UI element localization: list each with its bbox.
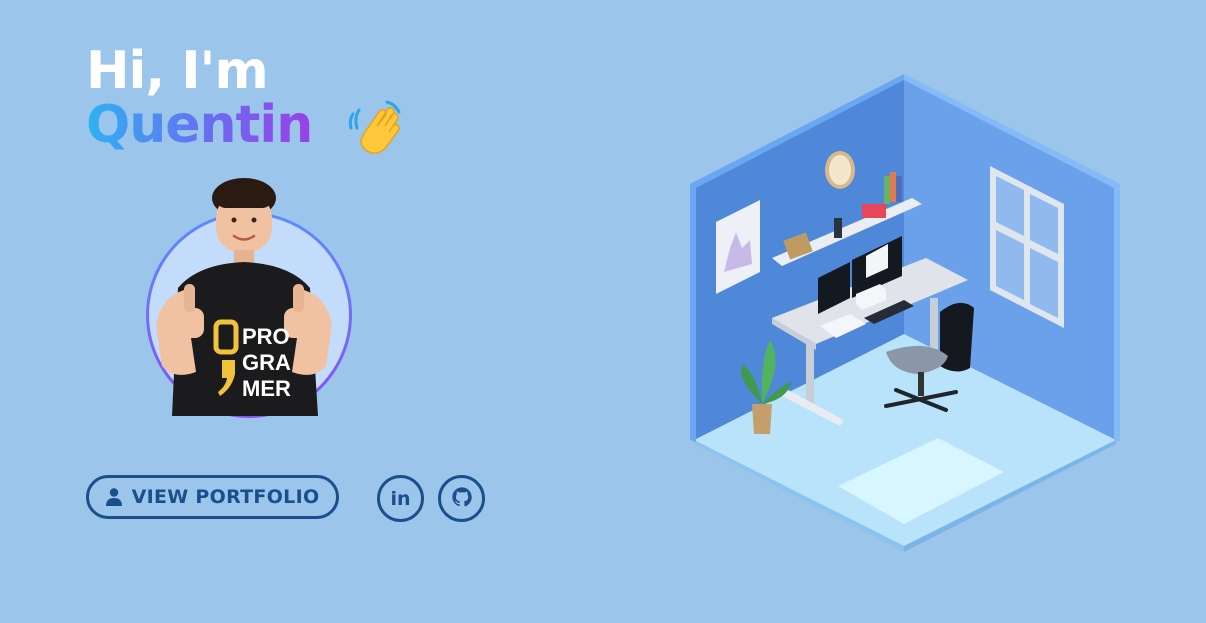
potted-plant bbox=[752, 404, 772, 434]
greeting-text: Hi, I'm bbox=[86, 41, 269, 101]
avatar-portrait: PRO GRA MER bbox=[156, 178, 332, 416]
linkedin-button[interactable]: in bbox=[377, 475, 424, 522]
hero-heading: Hi, I'm Quentin bbox=[86, 44, 409, 166]
shirt-text-1: PRO bbox=[242, 324, 290, 349]
waving-hand-icon bbox=[347, 100, 409, 166]
view-portfolio-button[interactable]: VIEW PORTFOLIO bbox=[86, 475, 339, 519]
name-text: Quentin bbox=[86, 95, 313, 155]
github-button[interactable] bbox=[438, 475, 485, 522]
shirt-text-2: GRA bbox=[242, 350, 291, 375]
shirt-text-3: MER bbox=[242, 376, 291, 401]
user-icon bbox=[105, 488, 122, 506]
view-portfolio-label: VIEW PORTFOLIO bbox=[131, 486, 320, 508]
name-line: Quentin bbox=[86, 98, 409, 166]
isometric-room-illustration bbox=[690, 74, 1120, 552]
avatar: PRO GRA MER bbox=[142, 168, 358, 424]
github-icon bbox=[451, 486, 473, 512]
linkedin-icon: in bbox=[390, 487, 411, 510]
